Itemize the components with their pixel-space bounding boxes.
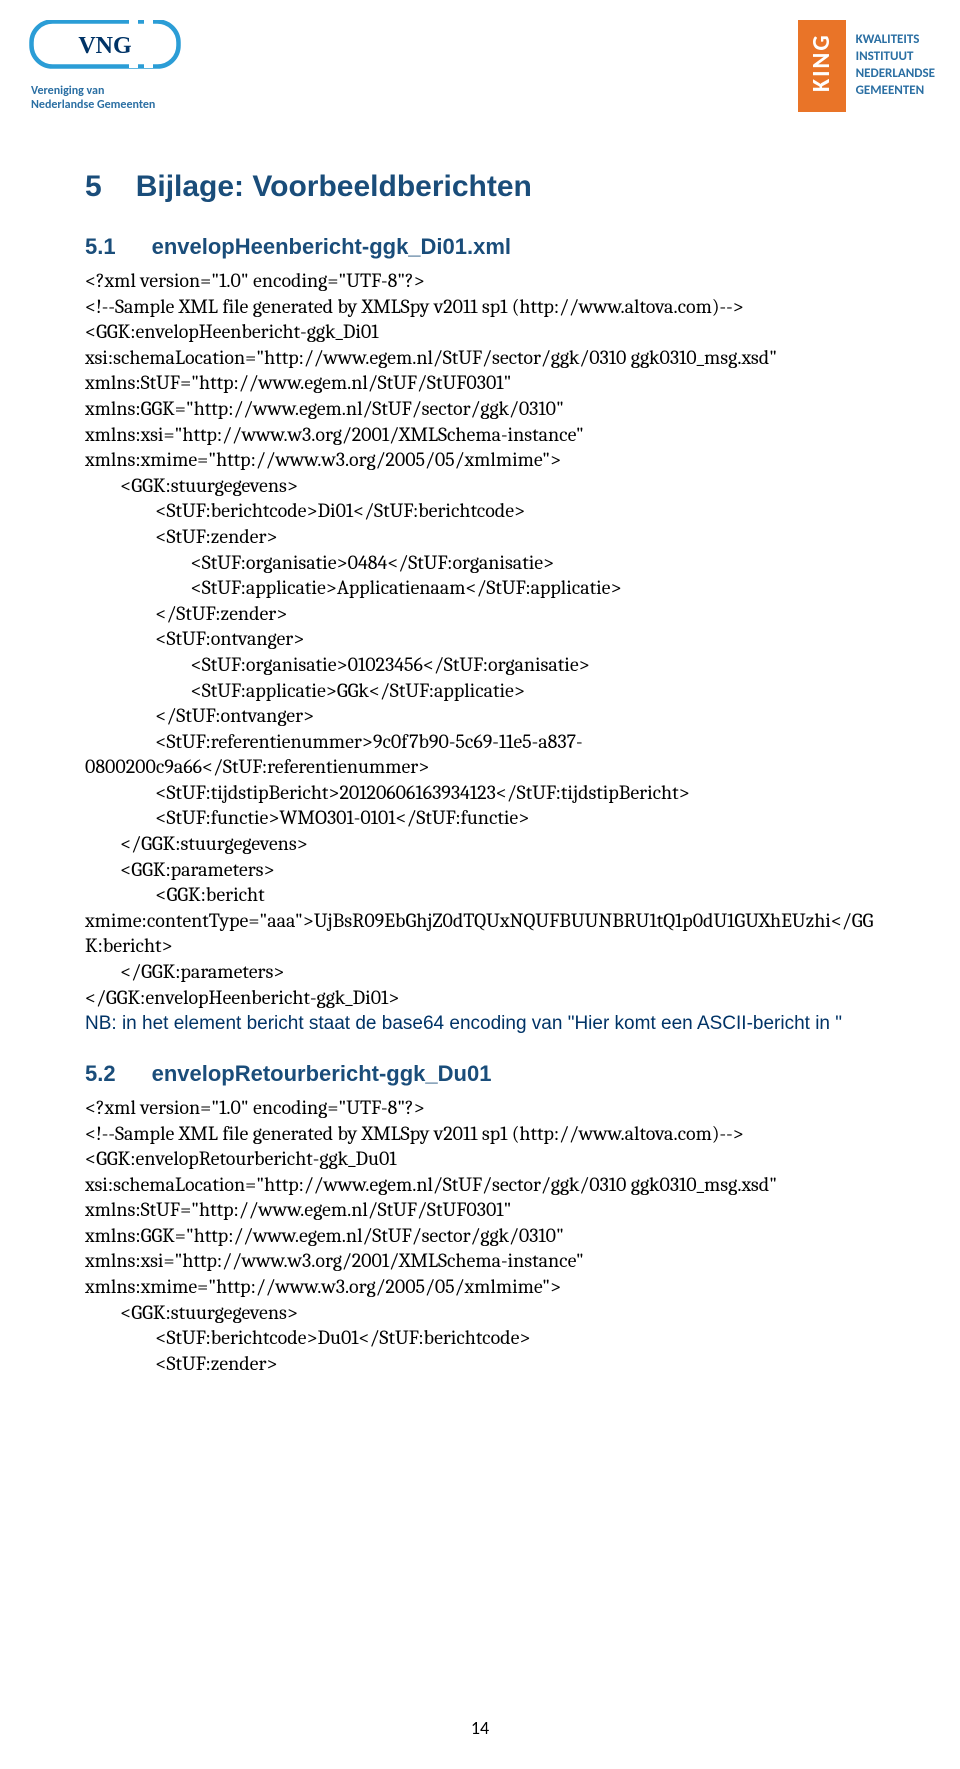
section-heading-5-1: 5.1 envelopHeenbericht-ggk_Di01.xml [85, 234, 875, 260]
king-text-line1: KWALITEITS [856, 32, 920, 47]
section-body-5-2: <?xml version="1.0" encoding="UTF-8"?> <… [85, 1095, 875, 1377]
vng-logo: VNG Vereniging van Nederlandse Gemeenten [25, 20, 185, 113]
page-header: VNG Vereniging van Nederlandse Gemeenten… [85, 20, 875, 150]
king-text-line4: GEMEENTEN [856, 83, 925, 98]
king-text-line3: NEDERLANDSE [856, 66, 935, 81]
section-heading-5-2: 5.2 envelopRetourbericht-ggk_Du01 [85, 1061, 875, 1087]
section-number-5-1: 5.1 [85, 234, 116, 260]
vng-logo-icon: VNG [25, 20, 185, 80]
section-title-5-1: envelopHeenbericht-ggk_Di01.xml [152, 234, 511, 260]
chapter-heading: 5 Bijlage: Voorbeeldberichten [85, 170, 875, 204]
vng-tagline: Vereniging van Nederlandse Gemeenten [31, 84, 155, 113]
king-text-line2: INSTITUUT [856, 49, 914, 64]
svg-text:VNG: VNG [78, 33, 132, 59]
page-number: 14 [0, 1717, 960, 1739]
section-note-5-1: NB: in het element bericht staat de base… [85, 1012, 875, 1037]
section-number-5-2: 5.2 [85, 1061, 116, 1087]
king-logo: KING KWALITEITS INSTITUUT NEDERLANDSE GE… [798, 20, 935, 112]
document-page: VNG Vereniging van Nederlandse Gemeenten… [0, 0, 960, 1769]
chapter-title: Bijlage: Voorbeeldberichten [136, 170, 532, 204]
section-title-5-2: envelopRetourbericht-ggk_Du01 [152, 1061, 492, 1087]
vng-tagline-line2: Nederlandse Gemeenten [31, 98, 155, 112]
vng-tagline-line1: Vereniging van [31, 84, 104, 98]
chapter-number: 5 [85, 170, 102, 204]
section-body-5-1: <?xml version="1.0" encoding="UTF-8"?> <… [85, 268, 875, 1010]
king-logo-text: KWALITEITS INSTITUUT NEDERLANDSE GEMEENT… [856, 32, 935, 100]
king-logo-box: KING [798, 20, 846, 112]
